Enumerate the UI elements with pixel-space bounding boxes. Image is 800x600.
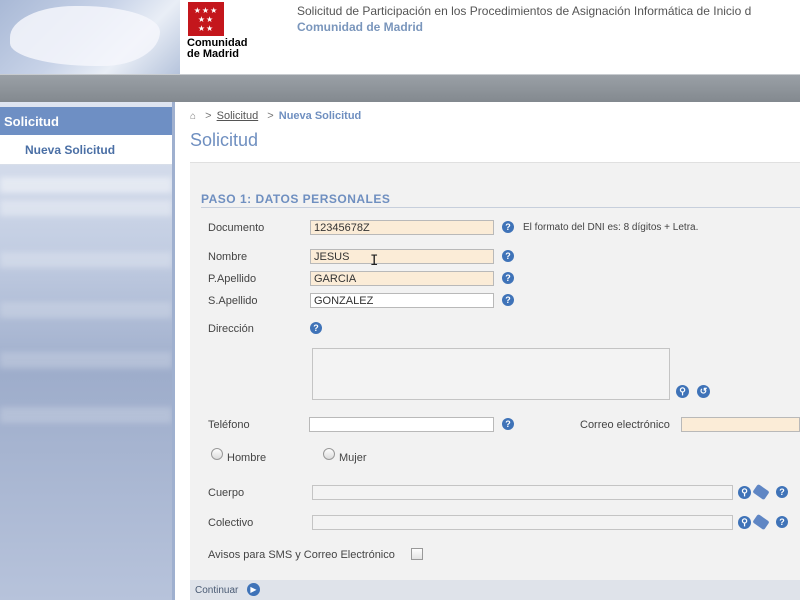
step-divider xyxy=(201,207,800,208)
primer-apellido-label: P.Apellido xyxy=(208,273,257,285)
primer-apellido-help-icon[interactable]: ? xyxy=(502,272,514,284)
cuerpo-search-icon[interactable]: ⚲ xyxy=(738,486,751,499)
sidebar-item-label: Nueva Solicitud xyxy=(25,143,116,157)
logo-text: Comunidad de Madrid xyxy=(187,37,248,60)
top-navigation-bar xyxy=(0,74,800,102)
mujer-label: Mujer xyxy=(339,452,367,464)
sidebar-header[interactable]: Solicitud xyxy=(0,107,172,135)
telefono-help-icon[interactable]: ? xyxy=(502,418,514,430)
clear-address-icon[interactable]: ↺ xyxy=(697,385,710,398)
mujer-radio[interactable] xyxy=(323,448,335,460)
telefono-field[interactable] xyxy=(309,417,494,432)
sidebar-edge xyxy=(172,102,175,600)
telefono-label: Teléfono xyxy=(208,419,250,431)
breadcrumb-current: Nueva Solicitud xyxy=(278,110,362,122)
documento-label: Documento xyxy=(208,222,265,234)
search-address-icon[interactable]: ⚲ xyxy=(676,385,689,398)
avisos-label: Avisos para SMS y Correo Electrónico xyxy=(208,549,395,561)
hombre-label: Hombre xyxy=(227,452,267,464)
colectivo-label: Colectivo xyxy=(208,517,254,529)
segundo-apellido-field[interactable]: GONZALEZ xyxy=(310,293,494,308)
page-title: Solicitud xyxy=(190,130,259,150)
avisos-checkbox[interactable] xyxy=(411,548,423,560)
hombre-radio[interactable] xyxy=(211,448,223,460)
cuerpo-label: Cuerpo xyxy=(208,487,245,499)
direccion-help-icon[interactable]: ? xyxy=(310,322,322,334)
colectivo-search-icon[interactable]: ⚲ xyxy=(738,516,751,529)
nombre-help-icon[interactable]: ? xyxy=(502,250,514,262)
app-title: Solicitud de Participación en los Proced… xyxy=(297,4,752,18)
direccion-textarea[interactable] xyxy=(312,348,670,400)
segundo-apellido-help-icon[interactable]: ? xyxy=(502,294,514,306)
primer-apellido-field[interactable]: GARCIA xyxy=(310,271,494,286)
home-icon[interactable]: ⌂ xyxy=(190,111,196,122)
colectivo-help-icon[interactable]: ? xyxy=(776,516,788,528)
sidebar-item-nueva-solicitud[interactable]: Nueva Solicitud xyxy=(0,135,172,165)
breadcrumb-separator: > xyxy=(205,110,212,122)
segundo-apellido-label: S.Apellido xyxy=(208,295,258,307)
cuerpo-help-icon[interactable]: ? xyxy=(776,486,788,498)
colectivo-field[interactable] xyxy=(312,515,733,530)
region-map-banner xyxy=(0,0,180,74)
main-content: ⌂ > Solicitud > Nueva Solicitud Solicitu… xyxy=(176,102,800,600)
app-subtitle: Comunidad de Madrid xyxy=(297,20,423,34)
breadcrumb: ⌂ > Solicitud > Nueva Solicitud xyxy=(190,110,361,122)
documento-field[interactable]: 12345678Z xyxy=(310,220,494,235)
step-title: PASO 1: DATOS PERSONALES xyxy=(201,192,391,206)
documento-hint: El formato del DNI es: 8 dígitos + Letra… xyxy=(523,222,699,233)
comunidad-madrid-flag-logo: ★★★ ★★ ★★ xyxy=(188,2,224,36)
stars-icon: ★★★ ★★ ★★ xyxy=(193,6,219,33)
sidebar: Solicitud Nueva Solicitud xyxy=(0,102,175,600)
nombre-field[interactable]: JESUS xyxy=(310,249,494,264)
documento-help-icon[interactable]: ? xyxy=(502,221,514,233)
nombre-label: Nombre xyxy=(208,251,248,263)
continue-label[interactable]: Continuar xyxy=(195,585,238,596)
correo-field[interactable] xyxy=(681,417,800,432)
breadcrumb-link-solicitud[interactable]: Solicitud xyxy=(217,110,259,122)
breadcrumb-separator: > xyxy=(267,110,274,122)
direccion-label: Dirección xyxy=(208,323,254,335)
header: ★★★ ★★ ★★ Comunidad de Madrid Solicitud … xyxy=(0,0,800,74)
continue-arrow-icon[interactable]: ▶ xyxy=(247,583,260,596)
cuerpo-field[interactable] xyxy=(312,485,733,500)
footer-bar: Continuar ▶ xyxy=(190,580,800,600)
text-cursor-icon: I xyxy=(370,253,379,269)
correo-label: Correo electrónico xyxy=(580,419,670,431)
